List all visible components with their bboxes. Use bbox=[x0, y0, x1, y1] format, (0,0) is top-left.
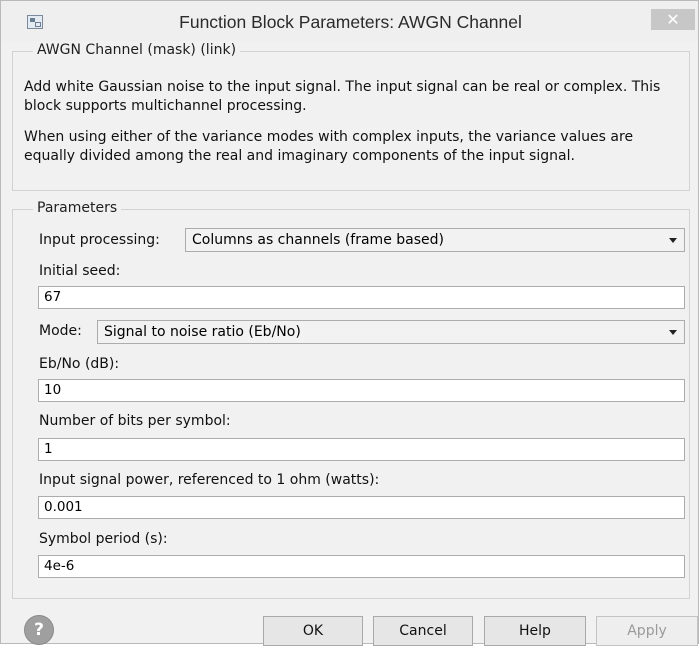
input-processing-dropdown[interactable]: Columns as channels (frame based) bbox=[185, 228, 685, 252]
mode-value: Signal to noise ratio (Eb/No) bbox=[104, 324, 301, 340]
dialog-window: Function Block Parameters: AWGN Channel … bbox=[0, 0, 699, 646]
bits-per-symbol-field[interactable]: 1 bbox=[38, 438, 685, 461]
ok-button[interactable]: OK bbox=[263, 616, 363, 646]
chevron-down-icon bbox=[669, 330, 677, 335]
window-title: Function Block Parameters: AWGN Channel bbox=[179, 12, 522, 32]
title-bar[interactable]: Function Block Parameters: AWGN Channel … bbox=[1, 1, 698, 41]
cancel-button[interactable]: Cancel bbox=[373, 616, 473, 646]
apply-button[interactable]: Apply bbox=[596, 616, 698, 646]
initial-seed-field[interactable]: 67 bbox=[38, 286, 685, 309]
symbol-period-field[interactable]: 4e-6 bbox=[38, 555, 685, 578]
parameters-group-title: Parameters bbox=[33, 200, 122, 216]
initial-seed-label: Initial seed: bbox=[39, 263, 121, 279]
ebno-field[interactable]: 10 bbox=[38, 379, 685, 402]
close-button[interactable]: ✕ bbox=[651, 9, 695, 30]
description-text-1: Add white Gaussian noise to the input si… bbox=[24, 79, 661, 114]
description-group bbox=[12, 51, 690, 191]
signal-power-label: Input signal power, referenced to 1 ohm … bbox=[39, 472, 380, 488]
ebno-label: Eb/No (dB): bbox=[39, 356, 120, 372]
bits-per-symbol-label: Number of bits per symbol: bbox=[39, 413, 231, 429]
chevron-down-icon bbox=[669, 238, 677, 243]
symbol-period-label: Symbol period (s): bbox=[39, 531, 168, 547]
signal-power-field[interactable]: 0.001 bbox=[38, 496, 685, 519]
input-processing-label: Input processing: bbox=[39, 232, 160, 248]
description-text-2: When using either of the variance modes … bbox=[24, 129, 634, 164]
mode-dropdown[interactable]: Signal to noise ratio (Eb/No) bbox=[97, 320, 685, 344]
description-group-title: AWGN Channel (mask) (link) bbox=[33, 42, 241, 58]
input-processing-value: Columns as channels (frame based) bbox=[192, 232, 444, 248]
help-question-icon[interactable]: ? bbox=[24, 615, 54, 645]
mode-label: Mode: bbox=[39, 323, 82, 339]
help-button[interactable]: Help bbox=[484, 616, 586, 646]
